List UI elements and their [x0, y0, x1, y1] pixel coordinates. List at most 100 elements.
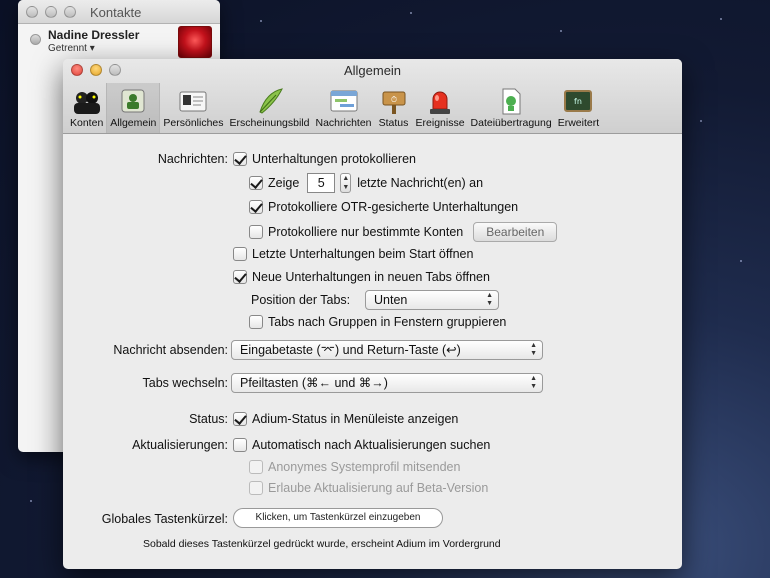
tab-label: Persönliches	[163, 117, 224, 129]
send-message-label: Nachricht absenden:	[113, 343, 228, 357]
star	[700, 120, 702, 122]
chevron-down-icon: ▾	[89, 43, 95, 54]
send-message-select[interactable]: Eingabetaste (⌤) und Return-Taste (↩) ▲ ▼	[231, 340, 543, 360]
edit-button[interactable]: Bearbeiten	[473, 222, 558, 242]
tab-allgemein[interactable]: Allgemein	[106, 83, 161, 133]
beta-update-label: Erlaube Aktualisierung auf Beta-Version	[268, 481, 489, 495]
hotkey-recorder[interactable]: Klicken, um Tastenkürzel einzugeben	[233, 508, 443, 528]
zoom-button[interactable]	[64, 6, 76, 18]
window-title: Allgemein	[343, 63, 402, 78]
star	[560, 30, 562, 32]
contact-name[interactable]: Nadine Dressler	[48, 28, 139, 42]
tab-konten[interactable]: Konten	[67, 83, 106, 133]
tab-persoenliches[interactable]: Persönliches	[160, 83, 226, 133]
switch-tabs-value: Pfeiltasten (⌘← und ⌘→)	[240, 376, 388, 390]
open-last-chats-checkbox[interactable]: Letzte Unterhaltungen beim Start öffnen	[233, 247, 473, 261]
personal-icon	[177, 86, 209, 116]
messages-label: Nachrichten:	[157, 152, 228, 166]
tab-label: Erweitert	[557, 117, 600, 129]
star	[740, 260, 742, 262]
log-chats-checkbox[interactable]: Unterhaltungen protokollieren	[233, 152, 416, 166]
tab-label: Allgemein	[110, 117, 157, 129]
appearance-icon	[254, 86, 286, 116]
menubar-status-label: Adium-Status in Menüleiste anzeigen	[252, 412, 459, 426]
log-otr-checkbox[interactable]: Protokolliere OTR-gesicherte Unterhaltun…	[249, 200, 518, 214]
checkbox[interactable]	[233, 438, 247, 452]
tab-label: Konten	[70, 117, 104, 129]
show-last-messages-checkbox[interactable]	[249, 176, 263, 190]
svg-text:⏱: ⏱	[390, 95, 396, 104]
log-specific-accounts-row: Protokolliere nur bestimmte Konten Bearb…	[249, 222, 558, 242]
new-tabs-label: Neue Unterhaltungen in neuen Tabs öffnen	[252, 270, 490, 284]
checkbox[interactable]	[249, 315, 263, 329]
tab-ereignisse[interactable]: Ereignisse	[413, 83, 468, 133]
open-last-label: Letzte Unterhaltungen beim Start öffnen	[252, 247, 474, 261]
tab-label: Status	[378, 117, 409, 129]
system-profile-checkbox[interactable]: Anonymes Systemprofil mitsenden	[249, 460, 460, 474]
checkbox[interactable]	[233, 247, 247, 261]
checkbox[interactable]	[249, 200, 263, 214]
messages-icon	[328, 86, 360, 116]
advanced-icon: fn	[562, 86, 594, 116]
log-otr-label: Protokolliere OTR-gesicherte Unterhaltun…	[268, 200, 519, 214]
tab-dateiuebertragung[interactable]: Dateiübertragung	[468, 83, 555, 133]
star	[260, 20, 262, 22]
tab-erweitert[interactable]: fn Erweitert	[555, 83, 602, 133]
checkbox[interactable]	[233, 152, 247, 166]
show-last-messages-row: Zeige 5 ▲ ▼ letzte Nachricht(en) an	[249, 173, 483, 193]
tab-label: Dateiübertragung	[470, 117, 552, 129]
contacts-titlebar: Kontakte	[18, 0, 220, 24]
tab-status[interactable]: ⏱ Status	[375, 83, 413, 133]
updates-label: Aktualisierungen:	[132, 438, 228, 452]
select-arrows-icon: ▲ ▼	[486, 292, 493, 307]
hotkey-label: Globales Tastenkürzel:	[101, 512, 228, 526]
system-profile-label: Anonymes Systemprofil mitsenden	[268, 460, 461, 474]
auto-update-label: Automatisch nach Aktualisierungen suchen	[252, 438, 491, 452]
select-arrows-icon: ▲ ▼	[530, 375, 537, 390]
tab-position-label: Position der Tabs:	[251, 293, 351, 307]
tab-erscheinungsbild[interactable]: Erscheinungsbild	[227, 83, 313, 133]
star	[720, 18, 722, 20]
close-button[interactable]	[26, 6, 38, 18]
hotkey-note: Sobald dieses Tastenkürzel gedrückt wurd…	[143, 538, 501, 550]
checkbox[interactable]	[233, 412, 247, 426]
minimize-button[interactable]	[45, 6, 57, 18]
menubar-status-checkbox[interactable]: Adium-Status in Menüleiste anzeigen	[233, 412, 458, 426]
checkbox[interactable]	[233, 270, 247, 284]
switch-tabs-select[interactable]: Pfeiltasten (⌘← und ⌘→) ▲ ▼	[231, 373, 543, 393]
general-icon	[117, 86, 149, 116]
preferences-toolbar: Allgemein Konten Allgemein Persönliches	[63, 59, 682, 134]
svg-text:fn: fn	[574, 97, 582, 106]
switch-tabs-label: Tabs wechseln:	[142, 376, 228, 390]
group-tabs-checkbox[interactable]: Tabs nach Gruppen in Fenstern gruppieren	[249, 315, 506, 329]
auto-update-checkbox[interactable]: Automatisch nach Aktualisierungen suchen	[233, 438, 490, 452]
file-transfer-icon	[495, 86, 527, 116]
message-count-stepper[interactable]: ▲ ▼	[340, 173, 352, 193]
tab-label: Erscheinungsbild	[229, 117, 310, 129]
log-specific-label: Protokolliere nur bestimmte Konten	[268, 225, 464, 239]
star	[410, 12, 412, 14]
log-specific-accounts-checkbox[interactable]	[249, 225, 263, 239]
beta-update-checkbox[interactable]: Erlaube Aktualisierung auf Beta-Version	[249, 481, 488, 495]
send-message-value: Eingabetaste (⌤) und Return-Taste (↩)	[240, 343, 461, 357]
accounts-icon	[71, 86, 103, 116]
tab-position-value: Unten	[374, 293, 408, 307]
tab-nachrichten[interactable]: Nachrichten	[312, 83, 374, 133]
avatar[interactable]	[178, 26, 212, 58]
checkbox[interactable]	[249, 460, 263, 474]
status-label: Status:	[189, 412, 228, 426]
contacts-title: Kontakte	[90, 5, 142, 20]
status-dot-icon	[30, 34, 41, 45]
star	[30, 500, 32, 502]
checkbox[interactable]	[249, 481, 263, 495]
general-settings-pane: Nachrichten: Unterhaltungen protokollier…	[63, 135, 682, 569]
contact-status-label: Getrennt	[48, 43, 87, 54]
message-count-field[interactable]: 5	[307, 173, 336, 193]
preferences-window: Allgemein Konten Allgemein Persönliches	[63, 59, 682, 569]
new-tabs-checkbox[interactable]: Neue Unterhaltungen in neuen Tabs öffnen	[233, 270, 490, 284]
select-arrows-icon: ▲ ▼	[530, 342, 537, 357]
status-icon: ⏱	[378, 86, 410, 116]
contact-status-dropdown[interactable]: Getrennt ▾	[48, 43, 95, 54]
show-label: Zeige	[268, 176, 300, 190]
tab-position-select[interactable]: Unten ▲ ▼	[365, 290, 499, 310]
